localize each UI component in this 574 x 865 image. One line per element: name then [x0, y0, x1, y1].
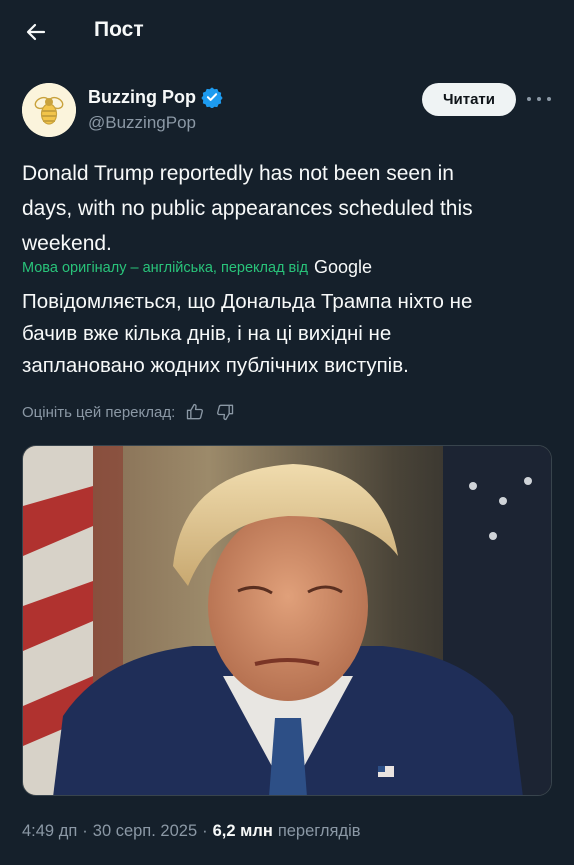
- author-handle[interactable]: @BuzzingPop: [88, 113, 196, 133]
- back-button[interactable]: [18, 14, 54, 50]
- more-options-button[interactable]: [527, 90, 551, 108]
- views-label: переглядів: [277, 822, 361, 840]
- translated-text-line: заплановано жодних публічних виступів.: [22, 354, 409, 377]
- views-count[interactable]: 6,2 млн: [213, 822, 273, 841]
- translation-note: Мова оригіналу – англійська, переклад ві…: [22, 257, 372, 278]
- verified-badge-icon: [201, 87, 223, 108]
- more-horizontal-icon: [527, 97, 531, 101]
- post-text-line: Donald Trump reportedly has not been see…: [22, 162, 454, 185]
- post-text-line: days, with no public appearances schedul…: [22, 197, 473, 220]
- google-logo: Google: [313, 257, 372, 277]
- author-name-text: Buzzing Pop: [88, 86, 196, 107]
- top-bar: Пост: [0, 0, 574, 64]
- post-time[interactable]: 4:49 дп: [22, 822, 77, 841]
- post-date[interactable]: 30 серп. 2025: [93, 822, 197, 841]
- thumb-down-icon[interactable]: [215, 402, 235, 422]
- portrait-photo: [23, 446, 551, 795]
- arrow-left-icon: [26, 23, 46, 41]
- meta-separator: ·: [82, 822, 88, 840]
- translation-note-text[interactable]: Мова оригіналу – англійська, переклад ві…: [22, 260, 308, 276]
- translated-text-line: бачив вже кілька днів, і на ці вихідні н…: [22, 322, 392, 345]
- post-text: Donald Trump reportedly has not been see…: [22, 156, 542, 261]
- post-meta: 4:49 дп · 30 серп. 2025 · 6,2 млн перегл…: [22, 822, 361, 841]
- meta-separator: ·: [202, 822, 208, 840]
- bee-logo-icon: [22, 83, 76, 137]
- post-text-line: weekend.: [22, 232, 112, 255]
- rate-translation-label: Оцініть цей переклад:: [22, 403, 176, 421]
- translated-text: Повідомляється, що Дональда Трампа ніхто…: [22, 286, 552, 382]
- follow-button[interactable]: Читати: [422, 83, 516, 116]
- page-title: Пост: [94, 18, 144, 41]
- translated-text-line: Повідомляється, що Дональда Трампа ніхто…: [22, 290, 473, 313]
- thumb-up-icon[interactable]: [185, 402, 205, 422]
- author-name[interactable]: Buzzing Pop: [88, 86, 223, 108]
- rate-translation: Оцініть цей переклад:: [22, 402, 235, 422]
- post-image[interactable]: [22, 445, 552, 796]
- avatar[interactable]: [22, 83, 76, 137]
